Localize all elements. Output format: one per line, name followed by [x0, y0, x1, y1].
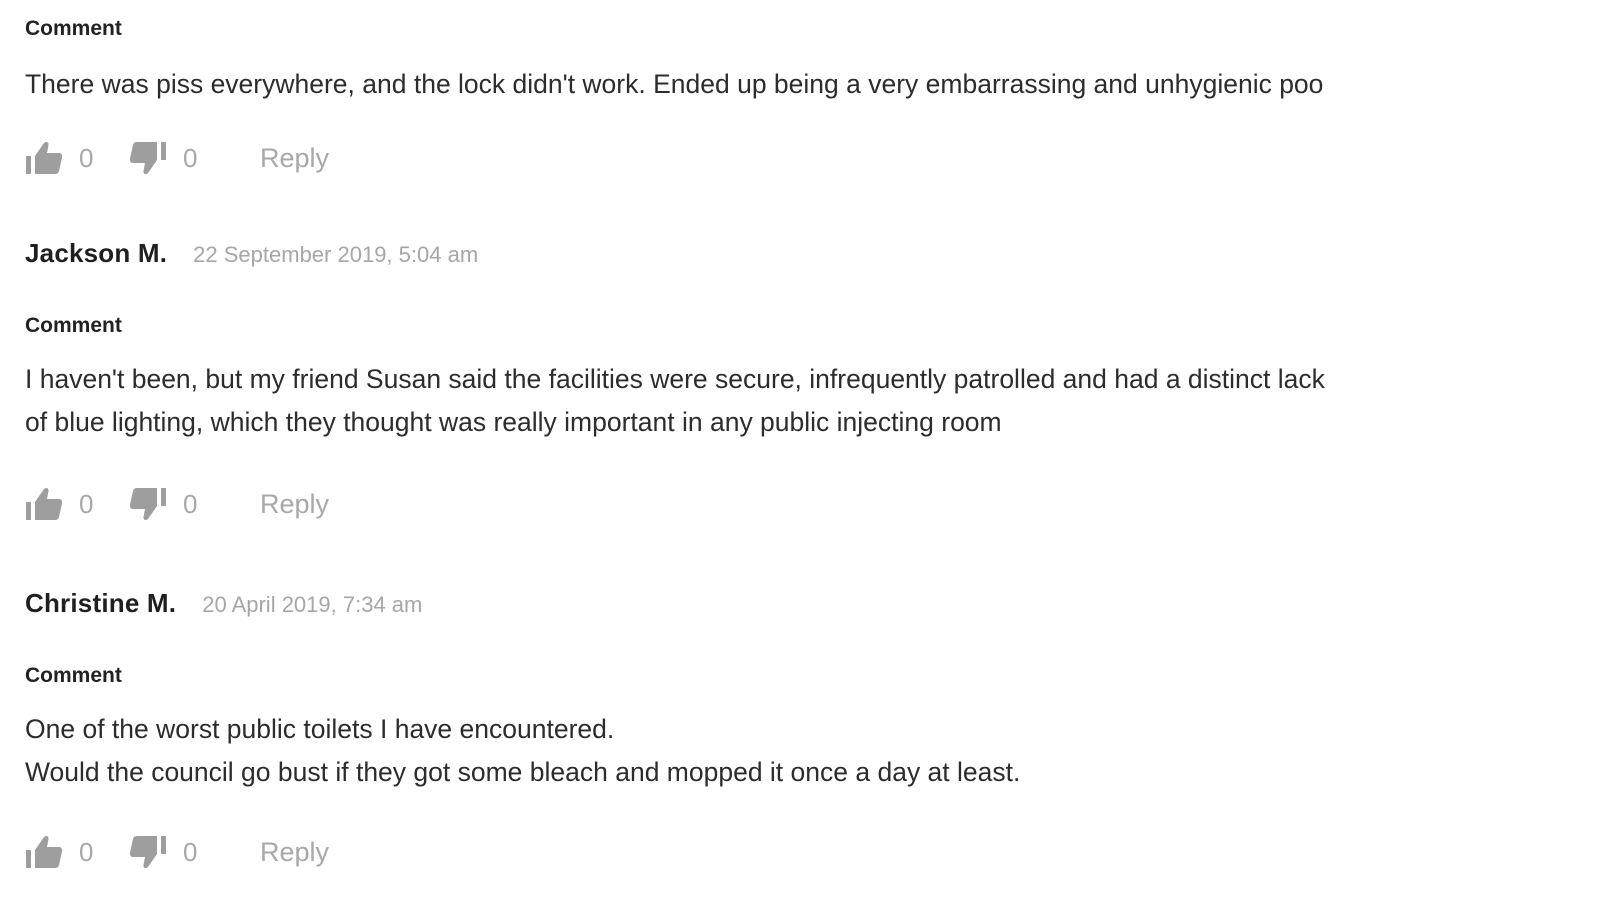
comment-item: Jackson M. 22 September 2019, 5:04 am Co…: [25, 238, 1505, 526]
like-button[interactable]: 0: [25, 834, 103, 870]
comment-body-line: of blue lighting, which they thought was…: [25, 407, 1002, 437]
thumbs-up-icon: [25, 486, 63, 522]
reply-button[interactable]: Reply: [260, 837, 329, 868]
comment-header: Jackson M. 22 September 2019, 5:04 am: [25, 238, 1505, 274]
like-count: 0: [79, 836, 94, 867]
comment-actions: 0 0 Reply: [25, 136, 1505, 180]
comment-body: One of the worst public toilets I have e…: [25, 708, 1505, 794]
reply-button[interactable]: Reply: [260, 489, 329, 520]
thumbs-down-icon: [129, 834, 167, 870]
comment-timestamp: 22 September 2019, 5:04 am: [193, 242, 479, 267]
thumbs-up-icon: [25, 834, 63, 870]
comment-author: Christine M.: [25, 588, 177, 618]
like-count: 0: [79, 142, 94, 173]
dislike-button[interactable]: 0: [129, 834, 207, 870]
comment-actions: 0 0 Reply: [25, 830, 1505, 874]
comment-section-label: Comment: [25, 664, 122, 687]
comment-list: Comment There was piss everywhere, and t…: [0, 0, 1505, 874]
dislike-count: 0: [183, 836, 198, 867]
dislike-count: 0: [183, 488, 198, 519]
comment-author: Jackson M.: [25, 238, 168, 268]
comment-section-label: Comment: [25, 314, 122, 337]
thumbs-down-icon: [129, 486, 167, 522]
comment-body-line: I haven't been, but my friend Susan said…: [25, 364, 1325, 394]
comment-actions: 0 0 Reply: [25, 482, 1505, 526]
dislike-count: 0: [183, 142, 198, 173]
comment-body: There was piss everywhere, and the lock …: [25, 63, 1505, 106]
like-button[interactable]: 0: [25, 486, 103, 522]
comment-item: Christine M. 20 April 2019, 7:34 am Comm…: [25, 588, 1505, 874]
comment-body: I haven't been, but my friend Susan said…: [25, 358, 1505, 444]
dislike-button[interactable]: 0: [129, 140, 207, 176]
like-count: 0: [79, 488, 94, 519]
comment-timestamp: 20 April 2019, 7:34 am: [202, 592, 423, 617]
comment-header: Christine M. 20 April 2019, 7:34 am: [25, 588, 1505, 624]
comment-item: Comment There was piss everywhere, and t…: [25, 0, 1505, 180]
like-button[interactable]: 0: [25, 140, 103, 176]
thumbs-up-icon: [25, 140, 63, 176]
comment-body-line: There was piss everywhere, and the lock …: [25, 69, 1324, 99]
dislike-button[interactable]: 0: [129, 486, 207, 522]
comment-section-label: Comment: [25, 17, 122, 40]
comment-body-line: Would the council go bust if they got so…: [25, 757, 1021, 787]
reply-button[interactable]: Reply: [260, 143, 329, 174]
comment-body-line: One of the worst public toilets I have e…: [25, 714, 615, 744]
thumbs-down-icon: [129, 140, 167, 176]
